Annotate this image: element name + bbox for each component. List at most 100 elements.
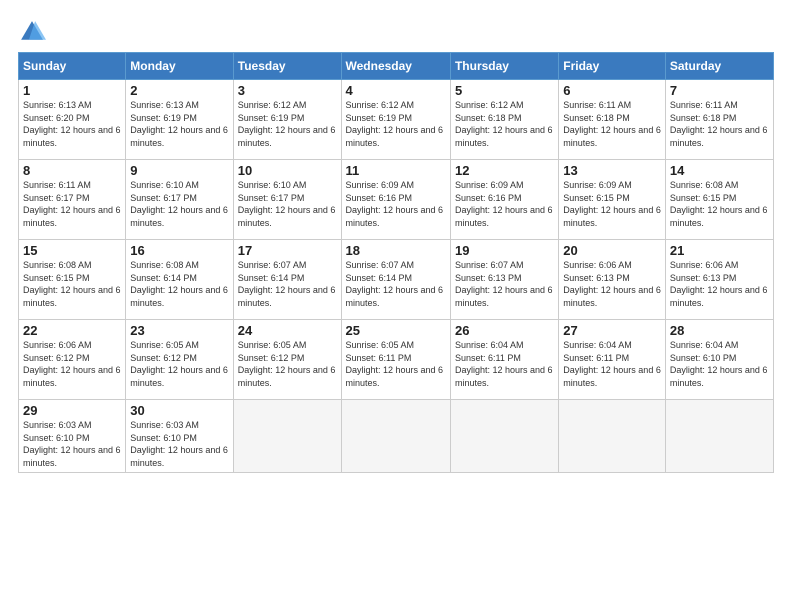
day-info: Sunrise: 6:05 AMSunset: 6:12 PMDaylight:… [238,339,337,389]
day-number: 16 [130,243,228,258]
calendar-day-cell: 23Sunrise: 6:05 AMSunset: 6:12 PMDayligh… [126,320,233,400]
calendar-day-cell: 11Sunrise: 6:09 AMSunset: 6:16 PMDayligh… [341,160,450,240]
day-info: Sunrise: 6:11 AMSunset: 6:18 PMDaylight:… [563,99,661,149]
day-number: 12 [455,163,554,178]
page-container: SundayMondayTuesdayWednesdayThursdayFrid… [0,0,792,483]
day-info: Sunrise: 6:05 AMSunset: 6:12 PMDaylight:… [130,339,228,389]
calendar-day-cell: 20Sunrise: 6:06 AMSunset: 6:13 PMDayligh… [559,240,666,320]
day-header-saturday: Saturday [665,53,773,80]
day-header-thursday: Thursday [450,53,558,80]
day-number: 28 [670,323,769,338]
header [18,18,774,46]
day-number: 8 [23,163,121,178]
day-number: 10 [238,163,337,178]
calendar-day-cell: 15Sunrise: 6:08 AMSunset: 6:15 PMDayligh… [19,240,126,320]
day-number: 18 [346,243,446,258]
logo-icon [18,18,46,46]
day-number: 25 [346,323,446,338]
day-info: Sunrise: 6:11 AMSunset: 6:17 PMDaylight:… [23,179,121,229]
calendar-day-cell: 24Sunrise: 6:05 AMSunset: 6:12 PMDayligh… [233,320,341,400]
day-number: 6 [563,83,661,98]
calendar-day-cell: 6Sunrise: 6:11 AMSunset: 6:18 PMDaylight… [559,80,666,160]
day-number: 26 [455,323,554,338]
calendar-day-cell: 30Sunrise: 6:03 AMSunset: 6:10 PMDayligh… [126,400,233,473]
calendar-day-cell [559,400,666,473]
calendar-day-cell [450,400,558,473]
calendar-week-row: 1Sunrise: 6:13 AMSunset: 6:20 PMDaylight… [19,80,774,160]
calendar-day-cell: 4Sunrise: 6:12 AMSunset: 6:19 PMDaylight… [341,80,450,160]
day-info: Sunrise: 6:07 AMSunset: 6:13 PMDaylight:… [455,259,554,309]
day-info: Sunrise: 6:07 AMSunset: 6:14 PMDaylight:… [238,259,337,309]
day-header-friday: Friday [559,53,666,80]
day-header-sunday: Sunday [19,53,126,80]
calendar-day-cell: 26Sunrise: 6:04 AMSunset: 6:11 PMDayligh… [450,320,558,400]
calendar-week-row: 22Sunrise: 6:06 AMSunset: 6:12 PMDayligh… [19,320,774,400]
day-number: 30 [130,403,228,418]
calendar-day-cell: 14Sunrise: 6:08 AMSunset: 6:15 PMDayligh… [665,160,773,240]
calendar-day-cell: 27Sunrise: 6:04 AMSunset: 6:11 PMDayligh… [559,320,666,400]
day-info: Sunrise: 6:03 AMSunset: 6:10 PMDaylight:… [130,419,228,469]
calendar-week-row: 8Sunrise: 6:11 AMSunset: 6:17 PMDaylight… [19,160,774,240]
calendar-week-row: 29Sunrise: 6:03 AMSunset: 6:10 PMDayligh… [19,400,774,473]
calendar-day-cell [665,400,773,473]
day-info: Sunrise: 6:12 AMSunset: 6:18 PMDaylight:… [455,99,554,149]
day-number: 14 [670,163,769,178]
calendar-day-cell: 18Sunrise: 6:07 AMSunset: 6:14 PMDayligh… [341,240,450,320]
day-info: Sunrise: 6:06 AMSunset: 6:12 PMDaylight:… [23,339,121,389]
day-number: 2 [130,83,228,98]
day-info: Sunrise: 6:07 AMSunset: 6:14 PMDaylight:… [346,259,446,309]
calendar-day-cell: 25Sunrise: 6:05 AMSunset: 6:11 PMDayligh… [341,320,450,400]
day-info: Sunrise: 6:13 AMSunset: 6:19 PMDaylight:… [130,99,228,149]
day-info: Sunrise: 6:04 AMSunset: 6:10 PMDaylight:… [670,339,769,389]
day-number: 9 [130,163,228,178]
calendar-day-cell: 16Sunrise: 6:08 AMSunset: 6:14 PMDayligh… [126,240,233,320]
calendar-day-cell: 13Sunrise: 6:09 AMSunset: 6:15 PMDayligh… [559,160,666,240]
calendar-day-cell: 5Sunrise: 6:12 AMSunset: 6:18 PMDaylight… [450,80,558,160]
calendar-day-cell: 17Sunrise: 6:07 AMSunset: 6:14 PMDayligh… [233,240,341,320]
day-number: 3 [238,83,337,98]
day-info: Sunrise: 6:10 AMSunset: 6:17 PMDaylight:… [238,179,337,229]
day-number: 21 [670,243,769,258]
day-info: Sunrise: 6:12 AMSunset: 6:19 PMDaylight:… [238,99,337,149]
calendar-week-row: 15Sunrise: 6:08 AMSunset: 6:15 PMDayligh… [19,240,774,320]
calendar-day-cell: 2Sunrise: 6:13 AMSunset: 6:19 PMDaylight… [126,80,233,160]
day-info: Sunrise: 6:08 AMSunset: 6:15 PMDaylight:… [670,179,769,229]
day-number: 27 [563,323,661,338]
day-number: 19 [455,243,554,258]
day-number: 7 [670,83,769,98]
day-number: 13 [563,163,661,178]
day-info: Sunrise: 6:08 AMSunset: 6:14 PMDaylight:… [130,259,228,309]
calendar-day-cell: 22Sunrise: 6:06 AMSunset: 6:12 PMDayligh… [19,320,126,400]
calendar-day-cell: 7Sunrise: 6:11 AMSunset: 6:18 PMDaylight… [665,80,773,160]
calendar-day-cell: 10Sunrise: 6:10 AMSunset: 6:17 PMDayligh… [233,160,341,240]
day-number: 29 [23,403,121,418]
logo [18,18,50,46]
day-info: Sunrise: 6:13 AMSunset: 6:20 PMDaylight:… [23,99,121,149]
day-number: 5 [455,83,554,98]
day-info: Sunrise: 6:03 AMSunset: 6:10 PMDaylight:… [23,419,121,469]
calendar-day-cell: 9Sunrise: 6:10 AMSunset: 6:17 PMDaylight… [126,160,233,240]
day-number: 11 [346,163,446,178]
day-info: Sunrise: 6:09 AMSunset: 6:16 PMDaylight:… [346,179,446,229]
calendar-table: SundayMondayTuesdayWednesdayThursdayFrid… [18,52,774,473]
calendar-day-cell: 1Sunrise: 6:13 AMSunset: 6:20 PMDaylight… [19,80,126,160]
calendar-day-cell: 29Sunrise: 6:03 AMSunset: 6:10 PMDayligh… [19,400,126,473]
calendar-day-cell: 21Sunrise: 6:06 AMSunset: 6:13 PMDayligh… [665,240,773,320]
day-info: Sunrise: 6:04 AMSunset: 6:11 PMDaylight:… [563,339,661,389]
day-info: Sunrise: 6:06 AMSunset: 6:13 PMDaylight:… [670,259,769,309]
day-info: Sunrise: 6:11 AMSunset: 6:18 PMDaylight:… [670,99,769,149]
day-info: Sunrise: 6:08 AMSunset: 6:15 PMDaylight:… [23,259,121,309]
calendar-day-cell: 12Sunrise: 6:09 AMSunset: 6:16 PMDayligh… [450,160,558,240]
day-number: 24 [238,323,337,338]
calendar-day-cell: 8Sunrise: 6:11 AMSunset: 6:17 PMDaylight… [19,160,126,240]
day-header-tuesday: Tuesday [233,53,341,80]
day-header-wednesday: Wednesday [341,53,450,80]
day-header-monday: Monday [126,53,233,80]
day-info: Sunrise: 6:12 AMSunset: 6:19 PMDaylight:… [346,99,446,149]
calendar-day-cell [341,400,450,473]
calendar-header-row: SundayMondayTuesdayWednesdayThursdayFrid… [19,53,774,80]
day-number: 20 [563,243,661,258]
calendar-day-cell: 28Sunrise: 6:04 AMSunset: 6:10 PMDayligh… [665,320,773,400]
day-info: Sunrise: 6:09 AMSunset: 6:15 PMDaylight:… [563,179,661,229]
day-info: Sunrise: 6:06 AMSunset: 6:13 PMDaylight:… [563,259,661,309]
